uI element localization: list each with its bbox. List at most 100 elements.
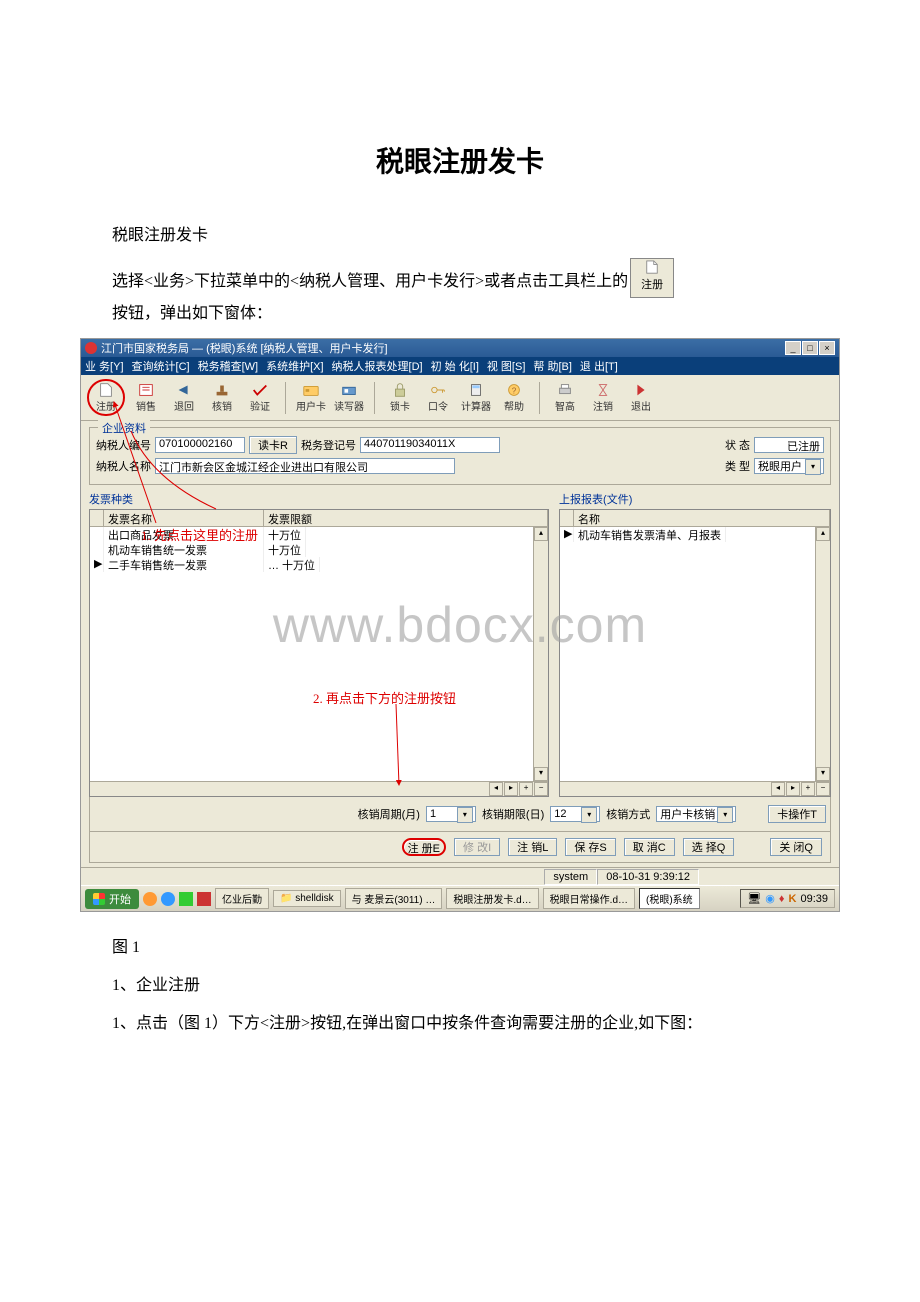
lock-icon (391, 382, 409, 398)
window-max-button[interactable]: □ (802, 341, 818, 355)
menu-item[interactable]: 纳税人报表处理[D] (332, 358, 423, 374)
method-select[interactable]: 用户卡核销 (656, 806, 736, 822)
card-operation-button[interactable]: 卡操作T (768, 805, 826, 823)
menu-item[interactable]: 初 始 化[I] (431, 358, 479, 374)
register-button[interactable]: 注 册E (402, 838, 446, 856)
cell[interactable]: 机动车销售统一发票 (104, 542, 264, 557)
check-icon (251, 382, 269, 398)
row-marker: ▶ (560, 527, 574, 542)
tray-icon[interactable]: ♦ (779, 893, 785, 905)
report-files-grid: 名称 ▶机动车销售发票清单、月报表 ▴▾ ◂▸+− (559, 509, 831, 797)
cancel-button[interactable]: 取 消C (624, 838, 675, 856)
read-card-button[interactable]: 读卡R (249, 436, 297, 454)
toolbar-sales-button[interactable]: 销售 (129, 382, 163, 413)
menu-item[interactable]: 查询统计[C] (132, 358, 190, 374)
tax-reg-input[interactable]: 44070119034011X (360, 437, 500, 453)
toolbar-logout-button[interactable]: 注销 (586, 382, 620, 413)
doc-red-icon (137, 382, 155, 398)
taskbar-item[interactable]: 与 麦景云(3011) … (345, 888, 443, 909)
svg-text:?: ? (512, 387, 517, 396)
close-button[interactable]: 关 闭Q (770, 838, 822, 856)
taxpayer-name-input[interactable]: 江门市新会区金城江经企业进出口有限公司 (155, 458, 455, 474)
vertical-scrollbar[interactable]: ▴▾ (815, 527, 830, 781)
window-min-button[interactable]: _ (785, 341, 801, 355)
cell[interactable]: 十万位 (264, 542, 306, 557)
horizontal-scrollbar[interactable]: ◂▸+− (90, 781, 548, 796)
toolbar-label: 帮助 (504, 398, 524, 413)
col-invoice-name[interactable]: 发票名称 (104, 510, 264, 526)
p4-text: 1、点击（图 1）下方<注册>按钮,在弹出窗口中按条件查询需要注册的企业,如下图… (112, 1015, 702, 1032)
modify-button[interactable]: 修 改I (454, 838, 500, 856)
toolbar-print-button[interactable]: 智高 (548, 382, 582, 413)
toolbar-lockcard-button[interactable]: 锁卡 (383, 382, 417, 413)
toolbar-validate-button[interactable]: 验证 (243, 382, 277, 413)
tray-clock: 09:39 (800, 893, 828, 905)
menu-item[interactable]: 退 出[T] (580, 358, 618, 374)
toolbar-reader-button[interactable]: 读写器 (332, 382, 366, 413)
menu-item[interactable]: 帮 助[B] (533, 358, 572, 374)
horizontal-scrollbar[interactable]: ◂▸+− (560, 781, 830, 796)
period-select[interactable]: 1 (426, 806, 476, 822)
quicklaunch-icon[interactable] (197, 892, 211, 906)
menu-item[interactable]: 视 图[S] (487, 358, 526, 374)
taskbar-item[interactable]: 📁 shelldisk (273, 890, 341, 907)
menu-item[interactable]: 税务稽查[W] (198, 358, 259, 374)
menu-item[interactable]: 业 务[Y] (85, 358, 124, 374)
cell[interactable]: 机动车销售发票清单、月报表 (574, 527, 726, 542)
toolbar-return-button[interactable]: 退回 (167, 382, 201, 413)
toolbar-help-button[interactable]: ? 帮助 (497, 382, 531, 413)
menu-item[interactable]: 系统维护[X] (266, 358, 323, 374)
help-icon: ? (505, 382, 523, 398)
cell[interactable]: … 十万位 (264, 557, 320, 572)
toolbar-label: 退出 (631, 398, 651, 413)
reader-icon (340, 382, 358, 398)
cell[interactable]: 十万位 (264, 527, 306, 542)
tax-reg-label: 税务登记号 (301, 437, 356, 453)
toolbar-calculator-button[interactable]: 计算器 (459, 382, 493, 413)
tray-k-icon[interactable]: K (789, 893, 797, 905)
deadline-label: 核销期限(日) (482, 806, 544, 822)
toolbar-usercard-button[interactable]: 用户卡 (294, 382, 328, 413)
taxpayer-id-input[interactable]: 070100002160 (155, 437, 245, 453)
toolbar-verify-button[interactable]: 核销 (205, 382, 239, 413)
toolbar-separator (374, 382, 375, 414)
taskbar-item[interactable]: 税眼日常操作.d… (543, 888, 635, 909)
quicklaunch-icon[interactable] (179, 892, 193, 906)
toolbar-separator (285, 382, 286, 414)
toolbar-password-button[interactable]: 口令 (421, 382, 455, 413)
tray-icon[interactable]: ◉ (765, 892, 775, 905)
toolbar-label: 用户卡 (296, 398, 326, 413)
exit-icon (632, 382, 650, 398)
toolbar-register-button[interactable]: 注册 (87, 379, 125, 416)
taxpayer-id-label: 纳税人编号 (96, 437, 151, 453)
method-label: 核销方式 (606, 806, 650, 822)
system-tray[interactable]: 🖥 ◉ ♦ K 09:39 (740, 889, 835, 908)
select-button[interactable]: 选 择Q (683, 838, 735, 856)
quicklaunch-icon[interactable] (161, 892, 175, 906)
file-icon (97, 382, 115, 398)
save-button[interactable]: 保 存S (565, 838, 615, 856)
quicklaunch-icon[interactable] (143, 892, 157, 906)
type-select[interactable]: 税眼用户 (754, 458, 824, 474)
deadline-select[interactable]: 12 (550, 806, 600, 822)
key-icon (429, 382, 447, 398)
group-title: 企业资料 (98, 420, 150, 436)
start-button[interactable]: 开始 (85, 889, 139, 909)
taskbar-item[interactable]: 亿业后勤 (215, 888, 269, 909)
col-invoice-limit[interactable]: 发票限额 (264, 510, 548, 526)
verify-options-row: 核销周期(月) 1 核销期限(日) 12 核销方式 用户卡核销 卡操作T (89, 797, 831, 832)
taskbar-item[interactable]: 税眼注册发卡.d… (446, 888, 538, 909)
toolbar-label: 计算器 (461, 398, 491, 413)
tray-icon[interactable]: 🖥 (747, 892, 761, 905)
cell[interactable]: 出口商品发票 (104, 527, 264, 542)
vertical-scrollbar[interactable]: ▴▾ (533, 527, 548, 781)
col-report-name[interactable]: 名称 (574, 510, 830, 526)
cell[interactable]: 二手车销售统一发票 (104, 557, 264, 572)
hourglass-icon (594, 382, 612, 398)
taskbar-item-active[interactable]: (税眼)系统 (639, 888, 700, 909)
logout-button[interactable]: 注 销L (508, 838, 557, 856)
calc-icon (467, 382, 485, 398)
window-close-button[interactable]: × (819, 341, 835, 355)
toolbar-exit-button[interactable]: 退出 (624, 382, 658, 413)
paragraph-1: 税眼注册发卡 (80, 220, 840, 252)
